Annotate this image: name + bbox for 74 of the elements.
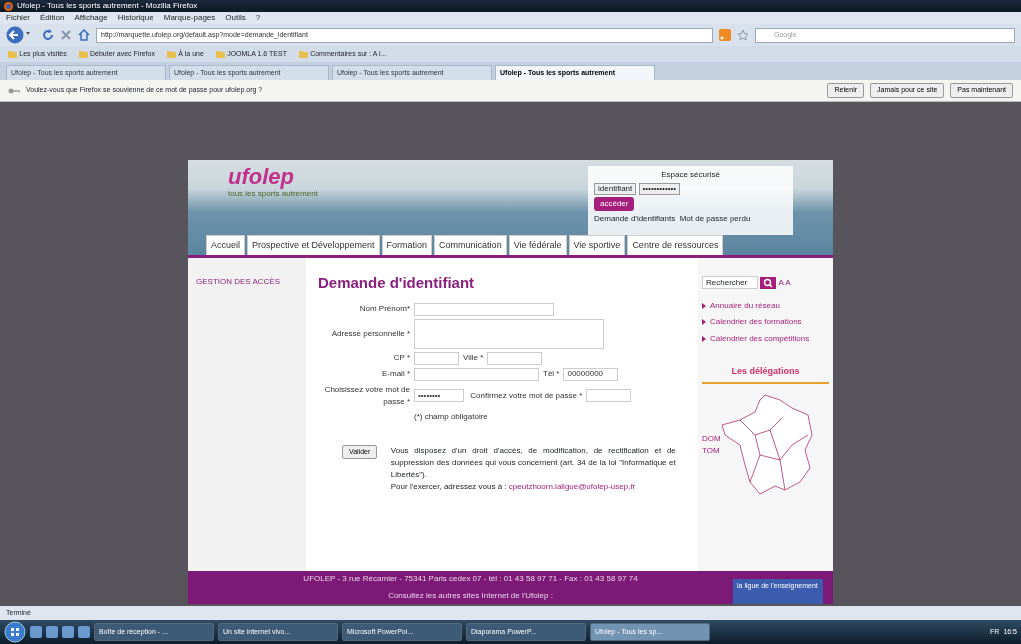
email-link[interactable]: cpeutzhoorn.laligue@ufolep-usep.fr bbox=[508, 480, 636, 493]
nav-tab[interactable]: Communication bbox=[434, 234, 507, 255]
sidebar-link[interactable]: Calendrier des formations bbox=[710, 316, 802, 328]
app-icon[interactable] bbox=[30, 626, 42, 638]
username-field[interactable]: identifiant bbox=[594, 183, 637, 195]
nav-tab[interactable]: Accueil bbox=[206, 234, 245, 255]
star-icon[interactable] bbox=[737, 29, 749, 41]
home-icon[interactable] bbox=[78, 29, 90, 41]
footer-address: UFOLEP - 3 rue Récamier - 75341 Paris cedex 07 - tél : 01 43 58 97 71 - Fax : 01 43 58 97 74 bbox=[303, 573, 638, 586]
menu-item[interactable]: Édition bbox=[40, 12, 65, 24]
folder-icon bbox=[8, 50, 17, 58]
section-title: Les délégations bbox=[702, 350, 829, 384]
menu-item[interactable]: Historique bbox=[117, 12, 154, 24]
field-label: Tél * bbox=[543, 368, 560, 380]
menu-item[interactable]: Marque-pages bbox=[163, 12, 216, 24]
input-field[interactable]: 00000000 bbox=[563, 367, 619, 381]
input-field[interactable] bbox=[487, 351, 543, 365]
nav-tab[interactable]: Vie sportive bbox=[568, 234, 626, 255]
field-label: Nom Prénom* bbox=[358, 303, 410, 315]
search-field[interactable]: Rechercher bbox=[702, 276, 758, 289]
menu-item[interactable]: ? bbox=[255, 12, 261, 24]
folder-icon bbox=[298, 50, 308, 58]
map-label[interactable]: DOM TOM bbox=[702, 433, 718, 457]
browser-icon bbox=[4, 1, 13, 11]
textarea-field[interactable] bbox=[414, 318, 604, 349]
nav-tab[interactable]: Prospective et Développement bbox=[247, 234, 380, 255]
menu-item[interactable]: Affichage bbox=[74, 12, 108, 24]
sidebar-link[interactable]: Calendrier des compétitions bbox=[710, 332, 810, 345]
rss-icon[interactable] bbox=[719, 29, 731, 41]
triangle-icon bbox=[702, 302, 706, 309]
folder-icon bbox=[166, 50, 176, 58]
sidebar-link[interactable]: GESTION DES ACCÈS bbox=[196, 276, 298, 288]
app-icon[interactable] bbox=[62, 626, 74, 638]
folder-icon bbox=[78, 50, 88, 58]
window-title: Ufolep - Tous les sports autrement - Mozilla Firefox bbox=[17, 0, 198, 12]
field-label: Ville * bbox=[463, 352, 484, 364]
start-icon[interactable] bbox=[4, 621, 26, 643]
field-label: CP * bbox=[392, 352, 410, 364]
menu-item[interactable]: Outils bbox=[225, 12, 246, 24]
nav-tab[interactable]: Vie fédérale bbox=[508, 234, 567, 255]
text-size-control[interactable]: A A bbox=[778, 276, 791, 289]
input-field[interactable] bbox=[414, 351, 459, 365]
nav-tab[interactable]: Centre de ressources bbox=[627, 234, 724, 255]
privacy-notice: Vous disposez d'un droit d'accès, de modification, de rectification et de suppression des données qui vous concernent (art. 34 de la loi "Informatique et Libertés"). bbox=[390, 444, 676, 481]
reload-icon[interactable] bbox=[42, 29, 54, 41]
field-label: Confirmez votre mot de passe * bbox=[470, 389, 583, 402]
login-link[interactable]: Mot de passe perdu bbox=[679, 213, 751, 225]
required-note: (*) champ obligatoire bbox=[414, 410, 488, 423]
nav-tab[interactable]: Formation bbox=[381, 234, 433, 255]
page-heading: Demande d'identifiant bbox=[318, 273, 476, 293]
menu-item[interactable]: Fichier bbox=[6, 12, 30, 24]
input-field[interactable] bbox=[414, 302, 554, 316]
triangle-icon bbox=[702, 335, 706, 342]
footer-link[interactable]: Consultez les autres sites Internet de l'Ufolep : bbox=[388, 589, 553, 602]
login-link[interactable]: Demande d'identifiants bbox=[594, 213, 676, 225]
search-icon[interactable] bbox=[760, 276, 777, 289]
sidebar-link[interactable]: Annuaire du réseau bbox=[710, 299, 780, 312]
triangle-icon bbox=[702, 319, 706, 325]
site-tagline: tous les sports autrement bbox=[228, 189, 318, 200]
app-icon[interactable] bbox=[78, 626, 90, 638]
login-button[interactable]: accéder bbox=[594, 197, 635, 211]
password-field[interactable]: •••••••••••• bbox=[638, 183, 681, 195]
contact-text: Pour l'exercer, adressez vous à : bbox=[390, 480, 507, 493]
input-field[interactable] bbox=[586, 389, 632, 402]
site-logo[interactable]: ufolep bbox=[228, 166, 318, 188]
folder-icon bbox=[215, 50, 225, 58]
app-icon[interactable] bbox=[46, 626, 58, 638]
login-title: Espace sécurisé bbox=[660, 169, 721, 181]
close-icon[interactable] bbox=[60, 29, 72, 41]
field-label: Adresse personnelle * bbox=[330, 327, 410, 340]
input-field[interactable] bbox=[414, 367, 539, 381]
field-label: E-mail * bbox=[381, 368, 410, 380]
password-field[interactable]: •••••••• bbox=[414, 389, 464, 402]
field-label: Choisissez votre mot de passe * bbox=[323, 383, 410, 408]
